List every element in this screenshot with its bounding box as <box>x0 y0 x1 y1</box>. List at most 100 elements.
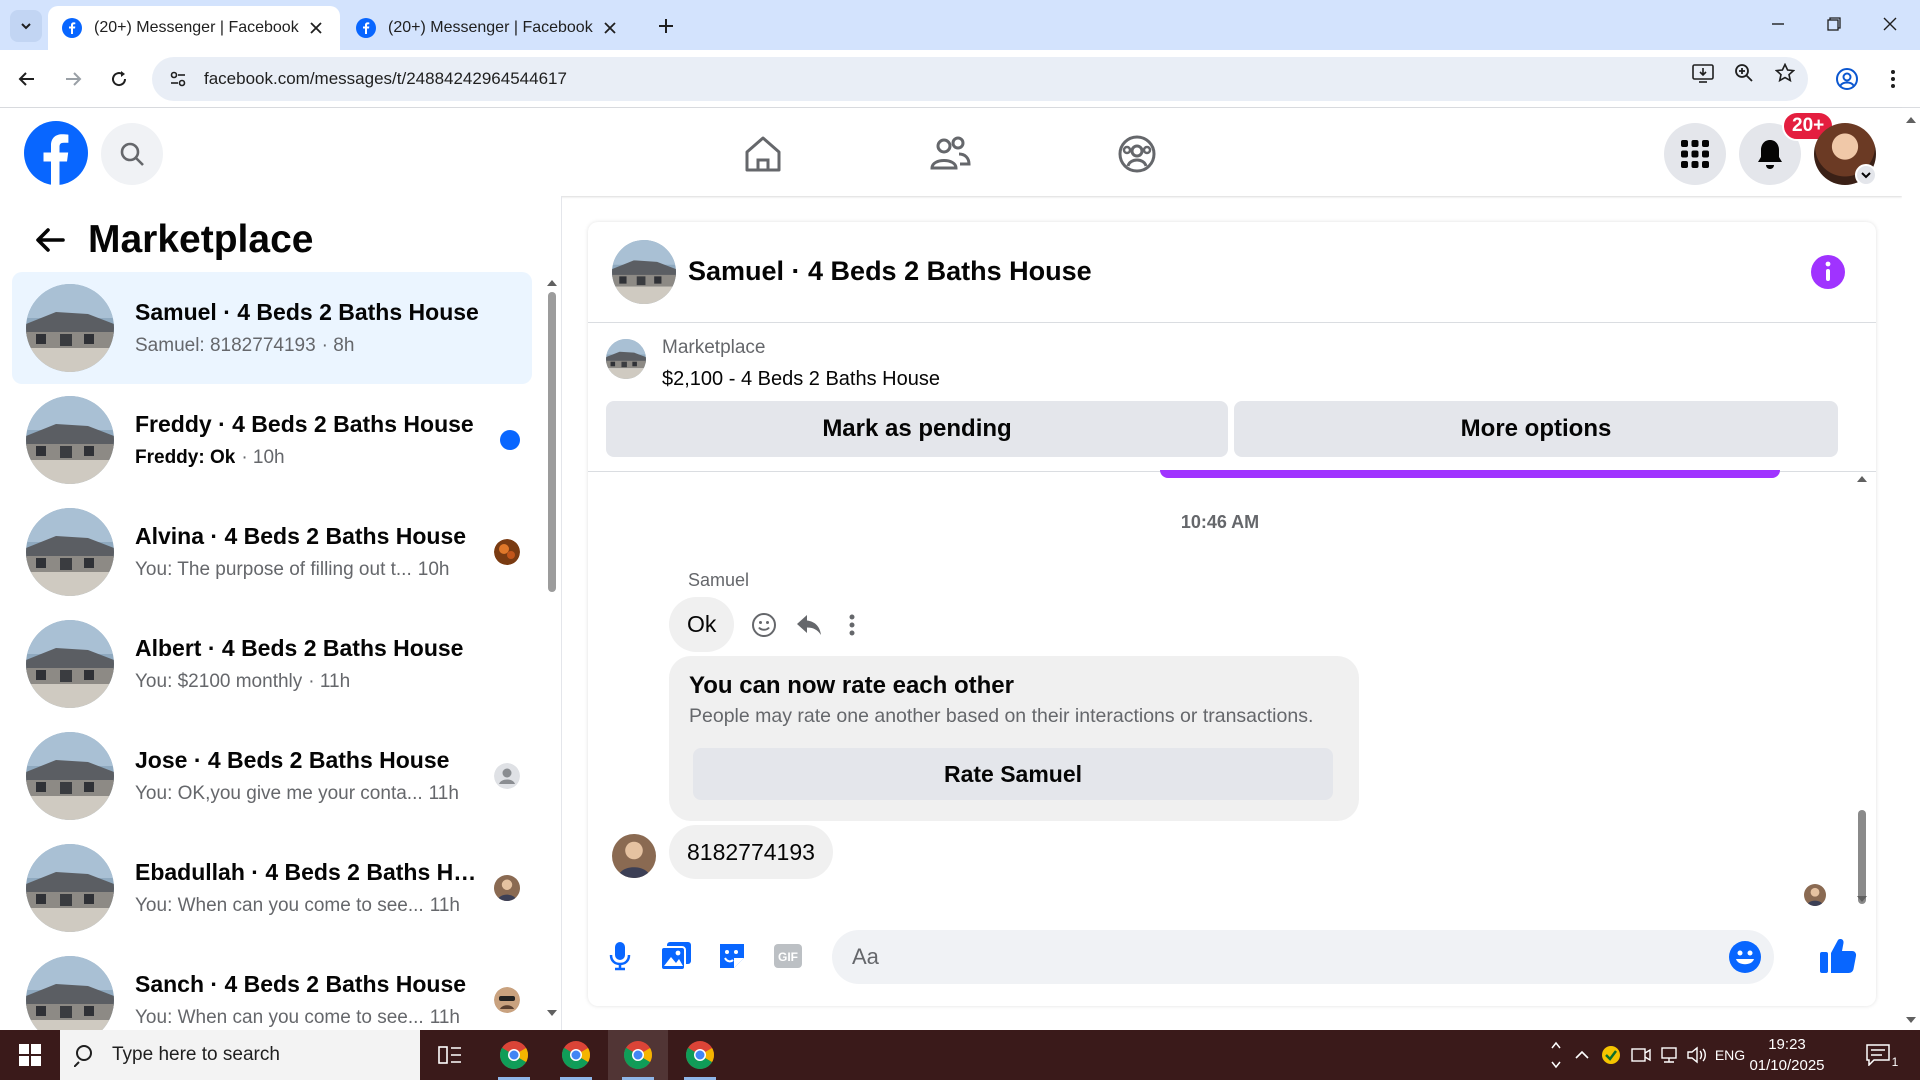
chat-scroll-thumb[interactable] <box>1858 810 1866 904</box>
chevron-down-icon[interactable] <box>1855 164 1877 186</box>
bookmark-star-icon[interactable] <box>1772 60 1798 86</box>
message-input[interactable] <box>852 942 1652 972</box>
message-bubble[interactable]: Ok <box>669 597 735 652</box>
sidebar-scrollbar[interactable] <box>546 278 558 1018</box>
scroll-down-arrow-icon[interactable] <box>546 1008 558 1018</box>
minimize-icon <box>1772 23 1784 25</box>
action-center-button[interactable]: 1 <box>1858 1030 1906 1080</box>
conversation-name: Ebadullah · 4 Beds 2 Baths Ho... <box>135 859 485 885</box>
up-down-arrows-icon <box>1551 1041 1561 1069</box>
nav-home[interactable] <box>741 132 785 176</box>
back-button[interactable] <box>12 64 42 94</box>
taskbar-chrome-app[interactable] <box>670 1030 730 1080</box>
page-scrollbar[interactable] <box>1902 108 1920 1030</box>
taskbar-clock[interactable]: 19:23 01/10/2025 <box>1732 1034 1842 1076</box>
like-icon[interactable] <box>1818 936 1858 976</box>
scroll-up-arrow-icon[interactable] <box>546 278 558 288</box>
tray-meet-icon[interactable] <box>1628 1030 1654 1080</box>
tab-close-icon[interactable] <box>600 18 620 38</box>
attach-media-button[interactable] <box>658 938 694 974</box>
listing-thumbnail <box>26 844 114 932</box>
forward-button[interactable] <box>58 64 88 94</box>
browser-tab[interactable]: (20+) Messenger | Facebook <box>342 6 634 50</box>
profile-button[interactable] <box>1832 64 1862 94</box>
scroll-down-arrow-icon[interactable] <box>1854 894 1870 904</box>
facebook-logo-icon[interactable] <box>24 121 88 185</box>
conversation-time: · 10h <box>241 447 285 468</box>
restore-button[interactable] <box>1814 8 1854 40</box>
message-more-button[interactable] <box>836 609 868 641</box>
more-options-button[interactable]: More options <box>1234 401 1838 457</box>
show-hidden-icons-button[interactable] <box>1570 1030 1594 1080</box>
conversation-item[interactable]: Jose · 4 Beds 2 Baths House You: OK,you g… <box>12 720 532 832</box>
taskbar-chrome-app[interactable] <box>546 1030 606 1080</box>
listing-thumbnail <box>26 396 114 484</box>
taskbar-chrome-app-active[interactable] <box>608 1030 668 1080</box>
tab-search-button[interactable] <box>10 10 42 42</box>
tab-title: (20+) Messenger | Facebook <box>94 19 299 36</box>
conversation-item[interactable]: Alvina · 4 Beds 2 Baths House You: The pu… <box>12 496 532 608</box>
tab-close-icon[interactable] <box>306 18 326 38</box>
nav-groups[interactable] <box>1115 132 1159 176</box>
conversation-item[interactable]: Albert · 4 Beds 2 Baths House You: $2100 … <box>12 608 532 720</box>
arrow-right-icon <box>66 72 82 86</box>
listing-thumbnail[interactable] <box>612 240 676 304</box>
volume-icon[interactable] <box>1684 1030 1710 1080</box>
zoom-icon[interactable] <box>1731 60 1757 86</box>
url-text[interactable]: facebook.com/messages/t/2488424296454461… <box>204 69 567 89</box>
chat-scrollbar[interactable] <box>1854 474 1870 904</box>
install-app-icon[interactable] <box>1690 60 1716 86</box>
sender-avatar[interactable] <box>612 834 656 878</box>
taskbar-chrome-app[interactable] <box>484 1030 544 1080</box>
chevron-up-icon <box>1575 1050 1589 1059</box>
chrome-icon <box>686 1041 714 1069</box>
rate-user-button[interactable]: Rate Samuel <box>693 748 1333 800</box>
site-info-icon[interactable] <box>166 67 190 91</box>
voice-clip-button[interactable] <box>602 938 638 974</box>
mark-as-pending-button[interactable]: Mark as pending <box>606 401 1228 457</box>
sidebar-scroll-thumb[interactable] <box>548 292 556 592</box>
conversation-preview: You: When can you come to see... <box>135 895 424 916</box>
message-bubble[interactable]: 8182774193 <box>669 825 833 879</box>
conversation-item[interactable]: Ebadullah · 4 Beds 2 Baths Ho... You: Whe… <box>12 832 532 944</box>
menu-button[interactable] <box>1664 123 1726 185</box>
message-composer[interactable] <box>832 930 1774 984</box>
new-tab-button[interactable] <box>652 12 680 40</box>
gif-button[interactable]: GIF <box>770 938 806 974</box>
chat-title[interactable]: Samuel · 4 Beds 2 Baths House <box>688 256 1092 287</box>
emoji-icon[interactable] <box>1728 940 1762 974</box>
taskbar-scroll[interactable] <box>1542 1030 1570 1080</box>
scroll-up-arrow-icon[interactable] <box>1902 114 1920 126</box>
omnibox[interactable]: facebook.com/messages/t/2488424296454461… <box>152 57 1808 101</box>
nav-friends[interactable] <box>928 132 972 176</box>
reply-button[interactable] <box>793 609 825 641</box>
taskbar-search-input[interactable] <box>112 1044 402 1066</box>
conversation-item[interactable]: Sanch · 4 Beds 2 Baths House You: When ca… <box>12 944 532 1030</box>
seen-avatar <box>494 987 520 1013</box>
conversation-preview: You: The purpose of filling out t... <box>135 559 412 580</box>
sidebar-back-button[interactable] <box>30 220 70 260</box>
task-view-button[interactable] <box>420 1030 480 1080</box>
listing-thumbnail[interactable] <box>606 339 646 379</box>
browser-menu-button[interactable] <box>1878 64 1908 94</box>
close-window-button[interactable] <box>1870 8 1910 40</box>
browser-tab-active[interactable]: (20+) Messenger | Facebook <box>48 6 340 50</box>
tray-app-icon[interactable] <box>1598 1030 1624 1080</box>
network-icon[interactable] <box>1656 1030 1682 1080</box>
taskbar-search[interactable] <box>60 1030 420 1080</box>
conversation-preview: You: OK,you give me your conta... <box>135 783 423 804</box>
conversation-list: Samuel · 4 Beds 2 Baths House Samuel: 818… <box>12 272 532 1030</box>
react-button[interactable] <box>748 609 780 641</box>
reload-button[interactable] <box>104 64 134 94</box>
sticker-button[interactable] <box>714 938 750 974</box>
info-icon[interactable] <box>1810 254 1846 290</box>
conversation-item[interactable]: Freddy · 4 Beds 2 Baths House Freddy: Ok ·… <box>12 384 532 496</box>
conversation-item[interactable]: Samuel · 4 Beds 2 Baths House Samuel: 818… <box>12 272 532 384</box>
listing-price-title[interactable]: $2,100 - 4 Beds 2 Baths House <box>662 368 940 391</box>
facebook-search-button[interactable] <box>101 123 163 185</box>
minimize-button[interactable] <box>1758 8 1798 40</box>
start-button[interactable] <box>0 1030 60 1080</box>
scroll-up-arrow-icon[interactable] <box>1854 474 1870 484</box>
rating-card-subtitle: People may rate one another based on the… <box>689 705 1314 727</box>
scroll-down-arrow-icon[interactable] <box>1902 1014 1920 1026</box>
